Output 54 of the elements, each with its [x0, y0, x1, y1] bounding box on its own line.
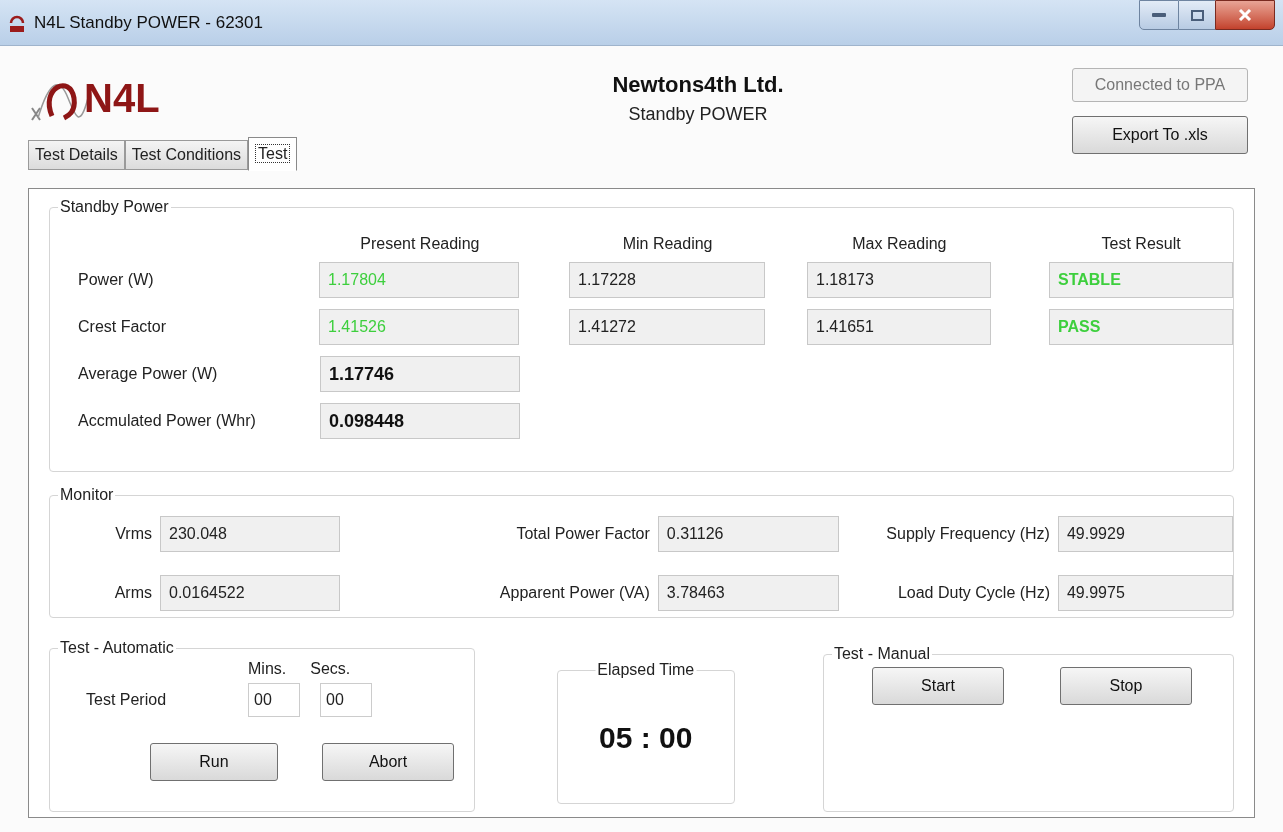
close-icon — [1238, 9, 1252, 21]
window-title: N4L Standby POWER - 62301 — [34, 11, 263, 34]
readout-field: 1.17228 — [569, 262, 765, 298]
close-button[interactable] — [1215, 0, 1275, 30]
push-button[interactable]: Export To .xls — [1072, 116, 1248, 154]
readout-field: STABLE — [1049, 262, 1233, 298]
logo-text: N4L — [84, 78, 160, 118]
row-label: Average Power (W) — [78, 364, 219, 384]
row-label: Power (W) — [78, 270, 155, 290]
column-heading: Mins. — [248, 659, 287, 679]
column-heading: Present Reading — [360, 234, 480, 254]
field-label: Arms — [113, 583, 153, 604]
readout-field: 0.098448 — [320, 403, 520, 439]
tab[interactable]: Test Details — [28, 140, 125, 170]
readout-field: 49.9975 — [1057, 575, 1233, 612]
tab[interactable]: Test — [248, 137, 298, 171]
readout-field: 230.048 — [160, 515, 340, 552]
field-label: Supply Frequency (Hz) — [885, 523, 1051, 544]
readout-field: 0.0164522 — [160, 575, 340, 612]
push-button[interactable]: Run — [150, 743, 278, 781]
push-button[interactable]: Stop — [1059, 667, 1192, 705]
readout-field: 1.18173 — [807, 262, 991, 298]
field-label: Total Power Factor — [515, 523, 651, 544]
push-button[interactable]: Abort — [322, 743, 454, 781]
column-heading: Max Reading — [852, 234, 947, 254]
maximize-button[interactable] — [1179, 0, 1215, 30]
field-label: Vrms — [114, 523, 153, 544]
row-label: Accmulated Power (Whr) — [78, 411, 257, 431]
row-label: Crest Factor — [78, 317, 167, 337]
elapsed-time: 05 : 00 — [599, 719, 693, 756]
readout-field: 1.41526 — [319, 309, 519, 345]
readout-field: 1.41651 — [807, 309, 991, 345]
minutes-input[interactable]: 00 — [248, 683, 300, 717]
push-button[interactable]: Start — [871, 667, 1004, 705]
field-label: Apparent Power (VA) — [498, 583, 651, 604]
tab[interactable]: Test Conditions — [124, 140, 249, 170]
readout-field: 1.41272 — [569, 309, 765, 345]
column-heading: Secs. — [310, 659, 351, 679]
group-title: Elapsed Time — [595, 660, 697, 680]
column-heading: Min Reading — [622, 234, 713, 254]
field-label: Load Duty Cycle (Hz) — [896, 583, 1051, 604]
row-label: Test Period — [86, 690, 168, 710]
group-title: Standby Power — [58, 197, 171, 217]
readout-field: PASS — [1049, 309, 1233, 345]
column-heading: Test Result — [1101, 234, 1181, 254]
seconds-input[interactable]: 00 — [320, 683, 372, 717]
readout-field: 0.31126 — [657, 515, 839, 552]
product-name: Standby POWER — [628, 103, 768, 126]
readout-field: 1.17746 — [320, 356, 520, 392]
readout-field: 49.9929 — [1057, 515, 1233, 552]
readout-field: 1.17804 — [319, 262, 519, 298]
minimize-button[interactable] — [1139, 0, 1179, 30]
readout-field: 3.78463 — [657, 575, 839, 612]
company-name: Newtons4th Ltd. — [612, 71, 784, 99]
